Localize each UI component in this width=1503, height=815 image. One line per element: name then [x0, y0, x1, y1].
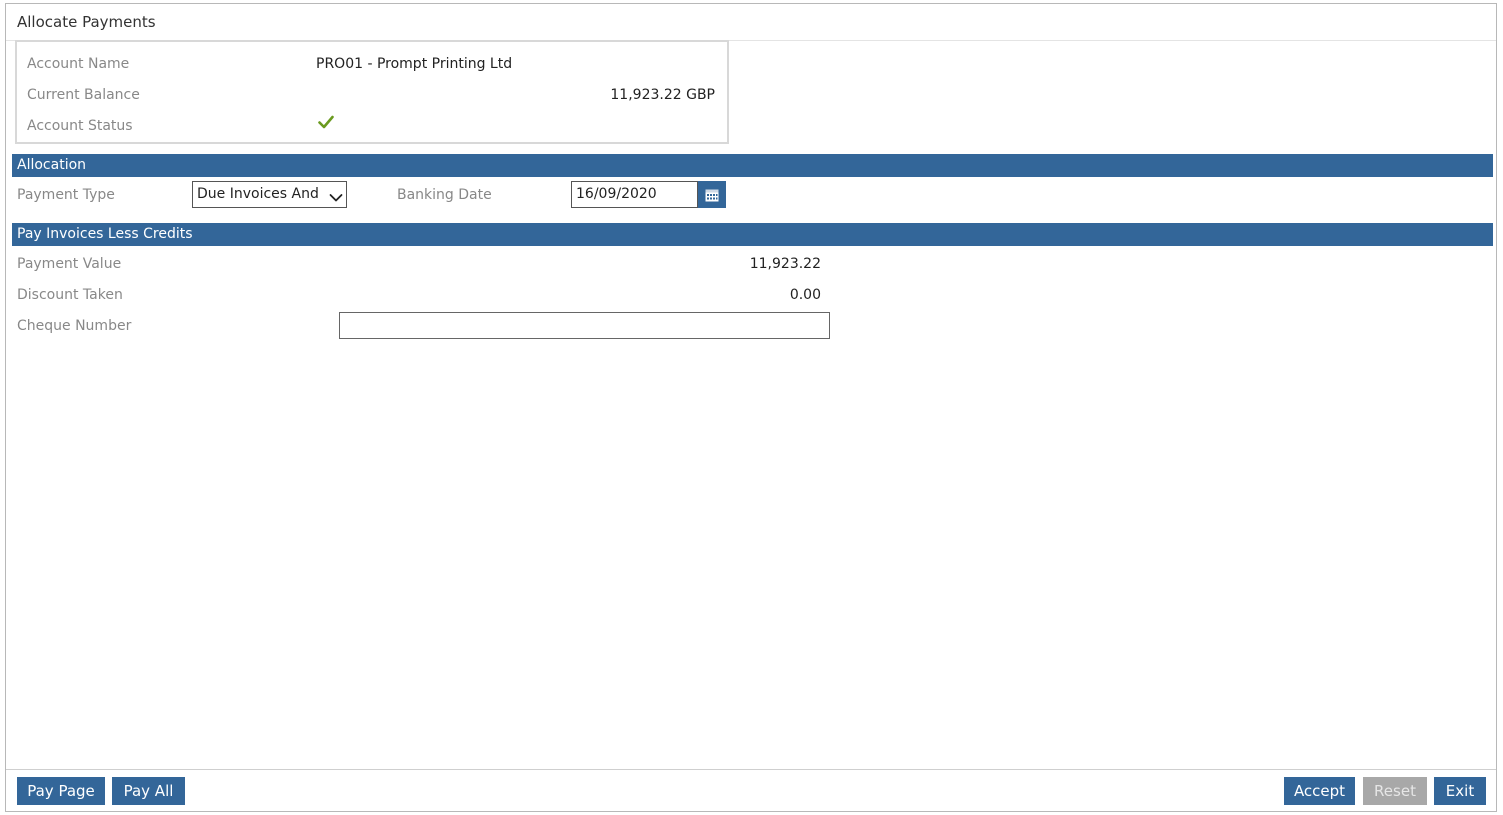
payment-type-label: Payment Type [17, 187, 115, 203]
pay-page-button[interactable]: Pay Page [17, 777, 105, 805]
payment-type-selected-value: Due Invoices And Credits [197, 186, 321, 202]
checkmark-icon [318, 115, 334, 133]
pay-invoices-section-header: Pay Invoices Less Credits [12, 223, 1493, 246]
payment-value: 11,923.22 [749, 256, 821, 272]
account-status-label: Account Status [27, 118, 133, 134]
discount-taken-value: 0.00 [789, 287, 821, 303]
account-name-label: Account Name [27, 56, 130, 72]
exit-button[interactable]: Exit [1434, 777, 1486, 805]
account-summary-panel: Account Name PRO01 - Prompt Printing Ltd… [15, 40, 729, 144]
banking-date-label: Banking Date [397, 187, 492, 203]
cheque-number-label: Cheque Number [17, 318, 132, 334]
allocation-section-header: Allocation [12, 154, 1493, 177]
allocate-payments-window: Allocate Payments Account Name PRO01 - P… [5, 3, 1497, 812]
discount-taken-label: Discount Taken [17, 287, 123, 303]
current-balance-value: 11,923.22 GBP [610, 87, 715, 103]
banking-date-input[interactable]: 16/09/2020 [571, 181, 698, 208]
current-balance-label: Current Balance [27, 87, 140, 103]
calendar-icon [705, 188, 719, 202]
calendar-button[interactable] [698, 181, 726, 208]
pay-all-button[interactable]: Pay All [112, 777, 185, 805]
accept-button[interactable]: Accept [1284, 777, 1355, 805]
cheque-number-input[interactable] [339, 312, 830, 339]
reset-button[interactable]: Reset [1363, 777, 1427, 805]
payment-type-select[interactable]: Due Invoices And Credits [192, 181, 347, 208]
account-name-value: PRO01 - Prompt Printing Ltd [316, 56, 513, 72]
payment-value-label: Payment Value [17, 256, 122, 272]
chevron-down-icon [329, 188, 343, 207]
footer-divider [6, 769, 1496, 770]
window-title: Allocate Payments [17, 13, 156, 31]
